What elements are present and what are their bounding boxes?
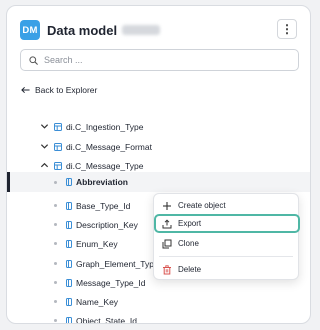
menu-item-clone[interactable]: Clone: [154, 234, 298, 253]
tree-field-row[interactable]: Object_State_Id: [7, 311, 310, 324]
table-icon: [54, 122, 62, 131]
chevron-down-icon[interactable]: [40, 142, 49, 151]
tree-type-row[interactable]: di.C_Message_Format: [7, 137, 310, 156]
context-menu: Create object Export Clone Delete: [153, 193, 300, 280]
panel-header: DM Data model ⋮: [20, 19, 297, 41]
menu-item-label: Delete: [178, 265, 202, 274]
tree-field-label: Enum_Key: [76, 238, 118, 249]
tree-field-label: Name_Key: [76, 296, 119, 307]
column-icon: [66, 220, 72, 229]
column-icon: [66, 259, 72, 268]
column-icon: [66, 239, 72, 248]
menu-item-delete[interactable]: Delete: [154, 260, 298, 279]
bullet-dot: [54, 281, 57, 284]
arrow-left-icon: [21, 86, 30, 94]
menu-divider: [159, 256, 293, 257]
table-icon: [54, 142, 62, 151]
bullet-dot: [54, 180, 57, 184]
search-box[interactable]: [20, 49, 299, 71]
search-input[interactable]: [44, 55, 284, 65]
redacted-title-suffix: [122, 25, 161, 35]
column-icon: [66, 316, 72, 323]
bullet-dot: [54, 300, 57, 303]
column-icon: [66, 201, 72, 210]
menu-item-create-object[interactable]: Create object: [154, 196, 298, 215]
tree-type-label: di.C_Ingestion_Type: [66, 121, 144, 132]
bullet-dot: [54, 223, 57, 226]
tree-field-row-selected[interactable]: Abbreviation: [7, 172, 310, 192]
kebab-icon: ⋮: [281, 22, 293, 36]
bullet-dot: [54, 262, 57, 265]
trash-icon: [163, 264, 171, 274]
page-title: Data model: [47, 22, 118, 38]
tree-field-label: Abbreviation: [76, 177, 128, 187]
menu-item-export[interactable]: Export: [154, 214, 300, 233]
menu-item-label: Clone: [178, 239, 199, 248]
tree-field-label: Description_Key: [76, 219, 138, 230]
bullet-dot: [54, 242, 57, 245]
tree-type-label: di.C_Message_Format: [66, 141, 152, 152]
chevron-up-icon[interactable]: [40, 161, 49, 170]
tree-field-label: Graph_Element_Type: [76, 258, 159, 269]
tree-field-label: Base_Type_Id: [76, 200, 131, 211]
column-icon: [66, 278, 72, 287]
menu-item-label: Export: [178, 219, 202, 228]
tree-type-row[interactable]: di.C_Ingestion_Type: [7, 117, 310, 136]
data-model-panel: DM Data model ⋮ Back to Explorer: [6, 5, 311, 324]
tree-field-row[interactable]: Name_Key: [7, 292, 310, 311]
back-to-explorer-link[interactable]: Back to Explorer: [21, 85, 97, 95]
table-icon: [54, 161, 62, 170]
export-icon: [162, 218, 172, 228]
back-link-label: Back to Explorer: [35, 85, 98, 95]
selection-indicator: [7, 172, 10, 192]
tree-type-label: di.C_Message_Type: [66, 160, 144, 171]
column-icon: [66, 178, 72, 186]
app-logo: DM: [20, 20, 40, 40]
chevron-down-icon[interactable]: [40, 122, 49, 131]
bullet-dot: [54, 319, 57, 322]
clone-icon: [162, 239, 172, 248]
tree-field-label: Message_Type_Id: [76, 277, 146, 288]
plus-icon: [163, 201, 171, 210]
column-icon: [66, 297, 72, 306]
more-options-button[interactable]: ⋮: [277, 19, 297, 39]
search-icon: [29, 55, 38, 65]
menu-item-label: Create object: [178, 201, 226, 210]
bullet-dot: [54, 204, 57, 207]
tree-field-label: Object_State_Id: [76, 315, 137, 324]
